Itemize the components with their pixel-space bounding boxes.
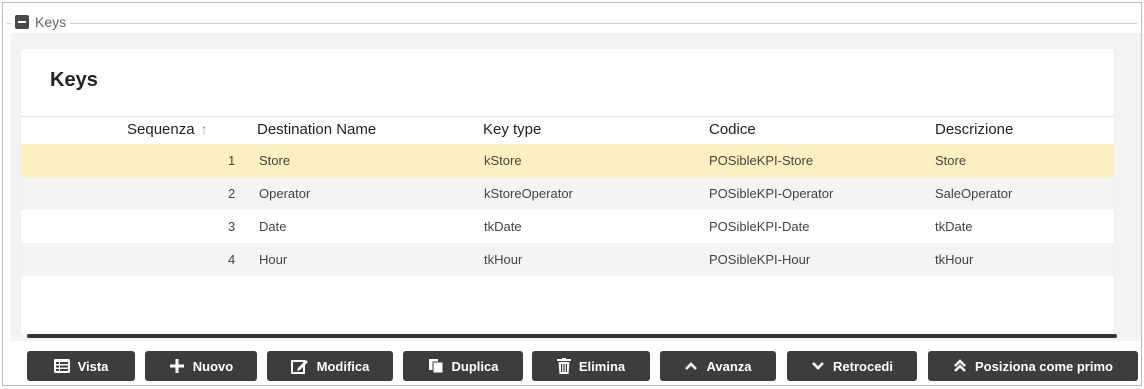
double-chevron-up-icon (954, 359, 966, 372)
column-header-descrizione[interactable]: Descrizione (935, 121, 1013, 138)
vista-button[interactable]: Vista (27, 351, 135, 381)
modifica-label: Modifica (316, 358, 370, 374)
cell-descrizione: tkHour (935, 252, 974, 267)
elimina-button[interactable]: Elimina (532, 351, 650, 381)
action-toolbar: Vista Nuovo Modifica Duplica Elimina Ava… (27, 349, 1142, 381)
list-view-icon (53, 359, 70, 373)
cell-descrizione: tkDate (935, 219, 973, 234)
fieldset-label: Keys (35, 14, 67, 30)
cell-sequenza: 4 (228, 252, 236, 267)
cell-codice: POSibleKPI-Operator (709, 186, 834, 201)
cell-sequenza: 2 (228, 186, 236, 201)
plus-icon (169, 359, 184, 373)
duplica-button[interactable]: Duplica (403, 351, 523, 381)
cell-codice: POSibleKPI-Date (709, 219, 810, 234)
trash-icon (556, 358, 571, 374)
cell-destination-name: Date (259, 219, 287, 234)
fieldset-legend[interactable]: Keys (11, 13, 71, 31)
avanza-label: Avanza (706, 358, 752, 374)
cell-sequenza: 1 (228, 153, 236, 168)
modifica-button[interactable]: Modifica (267, 351, 393, 381)
cell-destination-name: Store (259, 153, 291, 168)
avanza-button[interactable]: Avanza (660, 351, 776, 381)
retrocedi-label: Retrocedi (833, 358, 893, 374)
retrocedi-button[interactable]: Retrocedi (787, 351, 917, 381)
cell-key-type: kStore (484, 153, 522, 168)
panel-title: Keys (50, 69, 98, 91)
nuovo-label: Nuovo (192, 358, 234, 374)
cell-key-type: kStoreOperator (484, 186, 573, 201)
posiziona-come-primo-label: Posiziona come primo (975, 358, 1113, 374)
table-header: Sequenza ↑ Destination Name Key type Codi… (21, 116, 1114, 144)
nuovo-button[interactable]: Nuovo (145, 351, 257, 381)
cell-descrizione: SaleOperator (935, 186, 1013, 201)
cell-key-type: tkHour (484, 252, 523, 267)
fieldset-border-line (7, 23, 1137, 24)
edit-icon (290, 360, 308, 374)
column-header-codice[interactable]: Codice (709, 121, 756, 138)
table-row[interactable]: 4 Hour tkHour POSibleKPI-Hour tkHour (21, 243, 1114, 276)
column-header-key-type[interactable]: Key type (483, 121, 541, 138)
cell-destination-name: Hour (259, 252, 288, 267)
chevron-up-icon (685, 362, 698, 370)
posiziona-come-primo-button[interactable]: Posiziona come primo (928, 351, 1138, 381)
cell-descrizione: Store (935, 153, 967, 168)
cell-codice: POSibleKPI-Hour (709, 252, 811, 267)
sort-ascending-icon[interactable]: ↑ (201, 121, 208, 137)
chevron-down-icon (812, 362, 824, 370)
column-header-label: Sequenza (127, 121, 195, 138)
cell-destination-name: Operator (259, 186, 311, 201)
column-header-destination-name[interactable]: Destination Name (257, 121, 376, 138)
cell-codice: POSibleKPI-Store (709, 153, 814, 168)
cell-key-type: tkDate (484, 219, 522, 234)
copy-icon (428, 359, 444, 374)
table-row[interactable]: 2 Operator kStoreOperator POSibleKPI-Ope… (21, 177, 1114, 210)
collapse-icon[interactable] (15, 15, 29, 29)
horizontal-scrollbar[interactable] (27, 334, 1117, 338)
table-row[interactable]: 3 Date tkDate POSibleKPI-Date tkDate (21, 210, 1114, 243)
vista-label: Vista (77, 358, 109, 374)
column-header-sequenza[interactable]: Sequenza ↑ (127, 121, 208, 138)
keys-fieldset: Keys Keys Sequenza ↑ Destination Name Key… (2, 2, 1142, 386)
table-row[interactable]: 1 Store kStore POSibleKPI-Store Store (21, 144, 1114, 177)
keys-grid-panel: Keys Sequenza ↑ Destination Name Key type… (21, 49, 1114, 335)
duplica-label: Duplica (451, 358, 499, 374)
cell-sequenza: 3 (228, 219, 236, 234)
elimina-label: Elimina (578, 358, 626, 374)
